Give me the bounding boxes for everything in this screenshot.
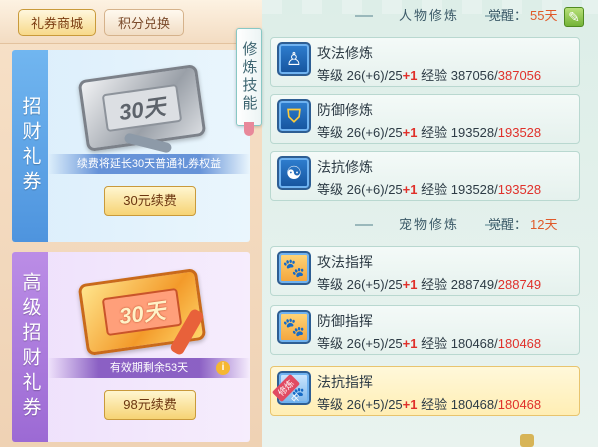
skill-stats: 等级 26(+5)/25+1 经验 288749/288749 <box>317 274 541 293</box>
exp-label: 经验 <box>421 125 448 140</box>
character-section-title: 人物修炼 <box>355 7 503 25</box>
skill-name: 攻法修炼 <box>317 45 373 61</box>
exp-value: 180468/ <box>450 336 498 351</box>
level-value: 26(+5)/25 <box>346 397 403 412</box>
coupon-title-bar: 高级招财礼券 <box>12 252 48 442</box>
coupon-title: 高级招财礼券 <box>19 272 41 422</box>
skill-pet-defense-command[interactable]: 🐾 防御指挥 等级 26(+5)/25+1 经验 180468/180468 <box>270 305 580 355</box>
skill-name: 防御指挥 <box>317 313 373 329</box>
paw-shield-icon: 🐾 <box>277 310 311 344</box>
ticket-label: 30天 <box>101 287 183 337</box>
ticket-label: 30天 <box>101 83 183 133</box>
level-bonus: +1 <box>402 277 418 292</box>
skill-stats: 等级 26(+6)/25+1 经验 193528/193528 <box>317 122 541 141</box>
skill-defense-cultivation[interactable]: ⛉ 防御修炼 等级 26(+6)/25+1 经验 193528/193528 <box>270 94 580 144</box>
exp-label: 经验 <box>421 397 448 412</box>
cultivation-panel: 人物修炼 觉醒： 55天 ✎ ♙ 攻法修炼 等级 26(+6)/25+1 经验 … <box>262 0 598 447</box>
coupon-card-basic: 招财礼券 30天 续费将延长30天普通礼券权益 30元续费 <box>12 50 250 242</box>
coupon-title-bar: 招财礼券 <box>12 50 48 242</box>
level-value: 26(+6)/25 <box>346 68 403 83</box>
skill-name: 法抗修炼 <box>317 159 373 175</box>
taiji-icon: ☯ <box>277 156 311 190</box>
coupon-shop-panel: 礼券商城 积分兑换 招财礼券 30天 续费将延长30天普通礼券权益 30元续费 … <box>0 0 262 447</box>
shield-icon: ⛉ <box>277 99 311 133</box>
exp-max: 180468 <box>497 397 542 412</box>
exp-max: 180468 <box>497 336 542 351</box>
coupon-title: 招财礼券 <box>19 96 41 196</box>
exp-max: 193528 <box>497 182 542 197</box>
coupon-note: 续费将延长30天普通礼券权益 <box>48 154 250 174</box>
level-value: 26(+5)/25 <box>346 336 403 351</box>
pet-section-header: 宠物修炼 觉醒： 12天 <box>262 214 598 236</box>
renew-30-button[interactable]: 30元续费 <box>104 186 196 216</box>
pet-section-title: 宠物修炼 <box>355 216 503 234</box>
exp-label: 经验 <box>421 182 448 197</box>
level-label: 等级 <box>317 336 344 351</box>
level-value: 26(+6)/25 <box>346 182 403 197</box>
level-bonus: +1 <box>402 336 418 351</box>
level-label: 等级 <box>317 277 344 292</box>
level-bonus: +1 <box>402 182 418 197</box>
skill-name: 法抗指挥 <box>317 374 373 390</box>
exp-max: 387056 <box>497 68 542 83</box>
game-window: 礼券商城 积分兑换 招财礼券 30天 续费将延长30天普通礼券权益 30元续费 … <box>0 0 598 447</box>
level-label: 等级 <box>317 125 344 140</box>
top-tab-bar: 礼券商城 积分兑换 <box>0 0 262 44</box>
level-value: 26(+6)/25 <box>346 125 403 140</box>
skill-name: 攻法指挥 <box>317 254 373 270</box>
skill-pet-attack-command[interactable]: 🐾 攻法指挥 等级 26(+5)/25+1 经验 288749/288749 <box>270 246 580 296</box>
exp-max: 193528 <box>497 125 542 140</box>
skill-stats: 等级 26(+6)/25+1 经验 193528/193528 <box>317 179 541 198</box>
skill-resist-cultivation[interactable]: ☯ 法抗修炼 等级 26(+6)/25+1 经验 193528/193528 <box>270 151 580 201</box>
character-section-header: 人物修炼 觉醒： 55天 ✎ <box>262 5 598 27</box>
level-label: 等级 <box>317 397 344 412</box>
exp-label: 经验 <box>421 336 448 351</box>
skill-stats: 等级 26(+5)/25+1 经验 180468/180468 <box>317 333 541 352</box>
exp-value: 387056/ <box>450 68 498 83</box>
skill-name: 防御修炼 <box>317 102 373 118</box>
level-bonus: +1 <box>402 397 418 412</box>
paw-attack-icon: 🐾 <box>277 251 311 285</box>
tab-coupon-shop[interactable]: 礼券商城 <box>18 9 96 36</box>
skill-attack-cultivation[interactable]: ♙ 攻法修炼 等级 26(+6)/25+1 经验 387056/387056 <box>270 37 580 87</box>
skill-pet-resist-command[interactable]: 🐾 修炼中 法抗指挥 等级 26(+5)/25+1 经验 180468/1804… <box>270 366 580 416</box>
tassel-icon <box>244 122 254 136</box>
exp-value: 180468/ <box>450 397 498 412</box>
tab-cultivation-skills[interactable]: 修炼技能 <box>236 28 262 126</box>
exp-value: 288749/ <box>450 277 498 292</box>
info-icon[interactable]: i <box>216 361 230 375</box>
level-label: 等级 <box>317 68 344 83</box>
level-bonus: +1 <box>402 68 418 83</box>
coupon-card-premium: 高级招财礼券 30天 有效期剩余53天 i 98元续费 <box>12 252 250 442</box>
exp-value: 193528/ <box>450 182 498 197</box>
shoes-icon <box>520 434 534 447</box>
exp-label: 经验 <box>421 68 448 83</box>
level-bonus: +1 <box>402 125 418 140</box>
skill-stats: 等级 26(+5)/25+1 经验 180468/180468 <box>317 394 541 413</box>
exp-label: 经验 <box>421 277 448 292</box>
level-value: 26(+5)/25 <box>346 277 403 292</box>
awaken-value: 12天 <box>530 217 558 232</box>
level-label: 等级 <box>317 182 344 197</box>
edit-icon[interactable]: ✎ <box>564 7 584 27</box>
awaken-value: 55天 <box>530 8 558 23</box>
awaken-label: 觉醒： <box>488 8 528 23</box>
skill-stats: 等级 26(+6)/25+1 经验 387056/387056 <box>317 65 541 84</box>
renew-98-button[interactable]: 98元续费 <box>104 390 196 420</box>
tab-points-exchange[interactable]: 积分兑换 <box>104 9 184 36</box>
tab-label: 修炼技能 <box>240 41 258 113</box>
exp-max: 288749 <box>497 277 542 292</box>
meditate-icon: ♙ <box>277 42 311 76</box>
awaken-label: 觉醒： <box>488 217 528 232</box>
exp-value: 193528/ <box>450 125 498 140</box>
